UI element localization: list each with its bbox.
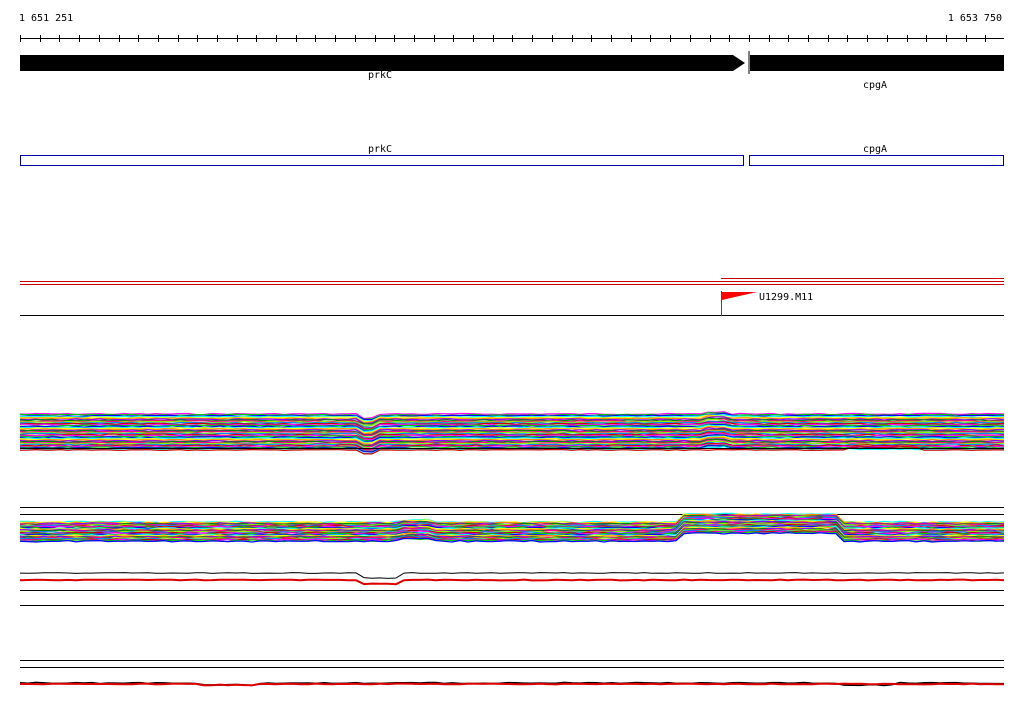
- annotation-box-cpgA[interactable]: [749, 155, 1004, 166]
- annotation-label-cpgA: cpgA: [862, 144, 888, 155]
- annotation-label-prkC: prkC: [367, 144, 393, 155]
- gene-label-prkC: prkC: [367, 70, 393, 81]
- profile-track-2: [19, 507, 1005, 606]
- tracks-canvas: [19, 35, 1005, 687]
- genome-browser-view: 1 651 251 1 653 750 prkC cpgA prkC cpgA …: [0, 0, 1024, 714]
- profile-track-3: [19, 660, 1005, 687]
- coordinate-ruler: [20, 35, 1004, 42]
- profile-line: [19, 578, 1005, 586]
- annotation-box-prkC[interactable]: [20, 155, 744, 166]
- profile-line: [19, 572, 1005, 579]
- gene-arrow-cpgA[interactable]: [750, 55, 1004, 71]
- gene-arrow-prkC[interactable]: [20, 55, 745, 71]
- feature-label: U1299.M11: [759, 292, 814, 303]
- gene-label-cpgA: cpgA: [862, 80, 888, 91]
- feature-flag-icon[interactable]: [722, 292, 757, 300]
- profile-track-1: [19, 411, 1005, 455]
- feature-track: [20, 278, 1004, 316]
- profile-line: [20, 513, 1005, 524]
